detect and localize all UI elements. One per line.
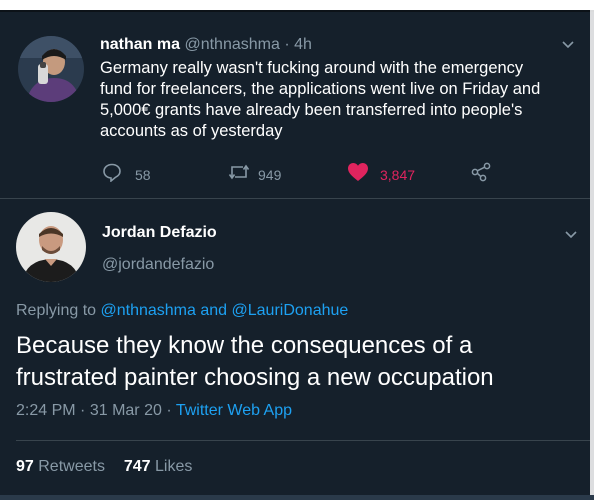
retweet-count: 949: [258, 166, 282, 183]
tweet2-text: Because they know the consequences of a …: [16, 330, 576, 394]
tweet2-time[interactable]: 2:24 PM: [16, 402, 76, 419]
tweet-divider: [0, 198, 590, 199]
tweet1-line: 5,000€ grants have already been transfer…: [100, 101, 523, 119]
like-button[interactable]: 3,847: [347, 162, 415, 187]
retweets-label: Retweets: [38, 458, 105, 475]
screenshot-top-border: [0, 0, 594, 10]
tweet2-line: Because they know the consequences of a: [16, 332, 473, 359]
reply-button[interactable]: 58: [102, 162, 151, 187]
avatar-nathan-ma[interactable]: [18, 36, 84, 102]
mention-lauridonahue[interactable]: @LauriDonahue: [232, 302, 349, 319]
meta-separator: ·: [166, 402, 172, 419]
retweets-stat[interactable]: 97 Retweets: [16, 458, 109, 475]
chevron-down-icon[interactable]: [561, 38, 575, 57]
tweet2-line: frustrated painter choosing a new occupa…: [16, 364, 494, 391]
replying-and: and: [200, 302, 228, 319]
tweet1-line: fund for freelancers, the applications w…: [100, 80, 541, 98]
reply-count: 58: [135, 166, 151, 183]
likes-count: 747: [123, 458, 151, 475]
tweet2-metadata: 2:24 PM · 31 Mar 20 · Twitter Web App: [16, 402, 292, 420]
mention-nthnashma[interactable]: @nthnashma: [101, 302, 196, 319]
retweet-icon: [228, 162, 250, 187]
likes-label: Likes: [155, 458, 193, 475]
tweet1-separator: ·: [284, 36, 290, 53]
tweet2-source[interactable]: Twitter Web App: [176, 402, 292, 419]
tweet1-age[interactable]: 4h: [294, 36, 312, 53]
tweet2-author-handle[interactable]: @jordandefazio: [102, 256, 214, 274]
stats-divider: [16, 440, 590, 441]
tweet1-line: Germany really wasn't fucking around wit…: [100, 59, 524, 77]
tweet1-author-name[interactable]: nathan ma: [100, 36, 180, 53]
heart-icon: [347, 162, 369, 187]
tweet1-author-handle[interactable]: @nthnashma: [184, 36, 279, 53]
avatar-jordan-defazio[interactable]: [16, 212, 86, 282]
meta-separator: ·: [80, 402, 86, 419]
replying-to-prefix: Replying to: [16, 302, 97, 319]
tweet1-line: accounts as of yesterday: [100, 122, 283, 140]
replying-to: Replying to @nthnashma and @LauriDonahue: [16, 302, 348, 320]
screenshot-bottom-border: [0, 495, 594, 500]
chevron-down-icon[interactable]: [564, 228, 578, 247]
tweet2-author-name[interactable]: Jordan Defazio: [102, 224, 217, 242]
like-count: 3,847: [380, 166, 416, 183]
reply-icon: [102, 162, 122, 187]
retweet-button[interactable]: 949: [228, 162, 281, 187]
share-button[interactable]: [470, 162, 492, 187]
likes-stat[interactable]: 747 Likes: [124, 458, 193, 475]
screenshot-right-border: [590, 0, 594, 500]
tweet2-stats: 97 Retweets 747 Likes: [16, 458, 192, 476]
share-icon: [470, 162, 492, 186]
screen-edge: [0, 10, 594, 12]
retweets-count: 97: [16, 458, 34, 475]
tweet2-date[interactable]: 31 Mar 20: [90, 402, 162, 419]
tweet1-text: Germany really wasn't fucking around wit…: [100, 58, 580, 142]
